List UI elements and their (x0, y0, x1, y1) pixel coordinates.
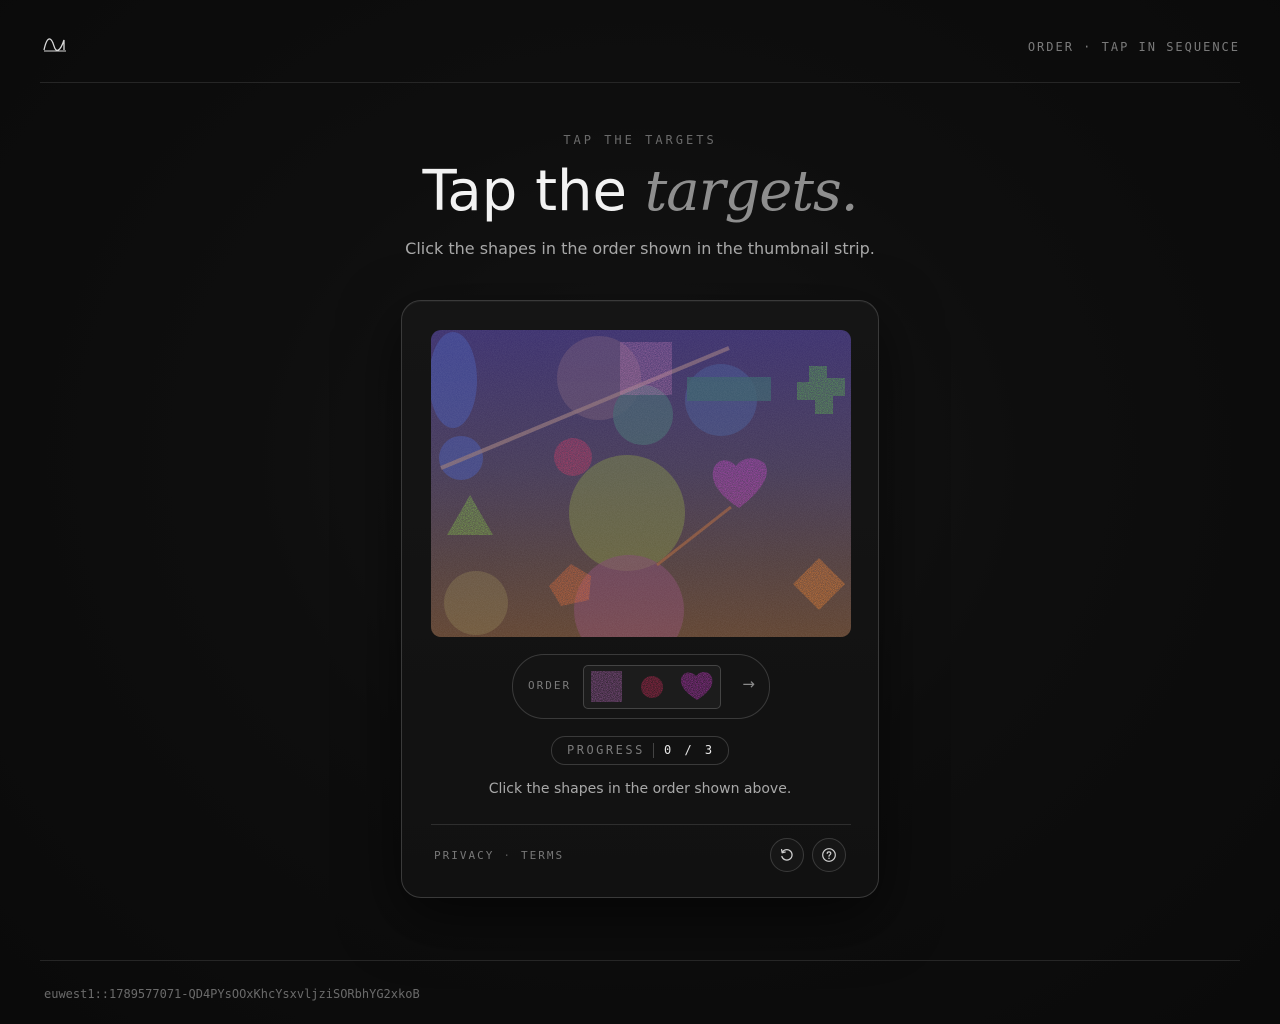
legal-links: PRIVACY · TERMS (434, 849, 564, 862)
progress-value: 0 / 3 (664, 743, 716, 757)
help-button[interactable] (812, 838, 846, 872)
progress-separator (653, 743, 654, 758)
thumbnail-square (586, 666, 628, 708)
progress-indicator: PROGRESS 0 / 3 (551, 736, 729, 765)
progress-label: PROGRESS (567, 743, 645, 757)
challenge-canvas[interactable] (431, 330, 851, 637)
thumbnail-circle (631, 666, 673, 708)
page-subtitle: Click the shapes in the order shown in t… (405, 239, 875, 258)
footer-divider (40, 960, 1240, 961)
legal-separator: · (503, 849, 512, 862)
challenge-card: ORDER → PROGRESS 0 / 3 Click the shapes … (401, 300, 879, 898)
session-id: euwest1::1789577071-QD4PYsOOxKhcYsxvljzi… (44, 987, 420, 1001)
arrow-right-icon: → (742, 675, 755, 693)
page-title-emphasis: targets. (644, 159, 859, 224)
refresh-button[interactable] (770, 838, 804, 872)
order-label: ORDER (528, 679, 572, 692)
wave-logo-icon (42, 34, 68, 56)
privacy-link[interactable]: PRIVACY (434, 849, 494, 862)
top-bar: ORDER · TAP IN SEQUENCE (40, 0, 1240, 83)
thumbnail-heart (676, 666, 718, 708)
terms-link[interactable]: TERMS (521, 849, 564, 862)
eyebrow-label: TAP THE TARGETS (563, 133, 717, 147)
refresh-icon (780, 848, 793, 861)
instruction-text: Click the shapes in the order shown abov… (488, 781, 792, 797)
mode-label: ORDER · TAP IN SEQUENCE (1027, 40, 1240, 54)
canvas-noise-overlay (431, 330, 851, 637)
card-divider (431, 824, 851, 825)
thumbnail-strip (583, 665, 721, 709)
help-icon (822, 848, 836, 862)
order-strip: ORDER → (512, 654, 770, 719)
page-title-plain: Tap the (422, 159, 645, 224)
page-title: Tap the targets. (0, 156, 1280, 228)
